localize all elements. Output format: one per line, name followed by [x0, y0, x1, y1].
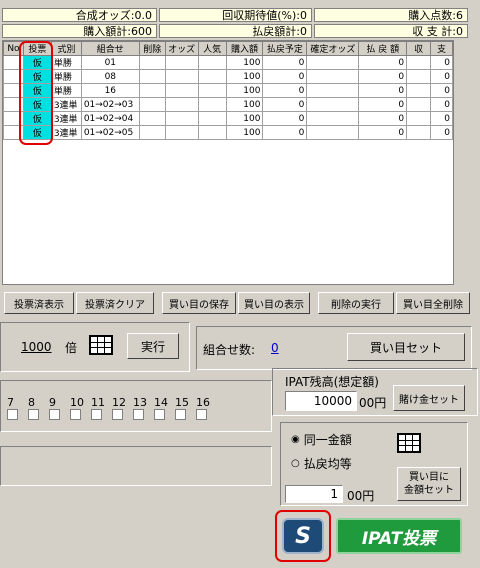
table-row[interactable]: 仮 単勝 01 100 0 0 0: [3, 55, 453, 70]
keypad-icon[interactable]: [397, 433, 421, 453]
horse-number-checkbox[interactable]: [112, 409, 123, 420]
table-row[interactable]: 仮 単勝 08 100 0 0 0: [3, 69, 453, 84]
col-shikibetsu[interactable]: 式別: [50, 41, 82, 56]
ipat-balance-input[interactable]: 10000: [285, 391, 357, 411]
option-same-amount[interactable]: ◉ 同一金額: [291, 431, 352, 448]
radio-unselected-icon: ○: [291, 458, 300, 469]
horse-number-item[interactable]: 14: [154, 397, 175, 420]
delete-cell[interactable]: [138, 97, 166, 112]
composite-odds: 合成オッズ:0.0: [2, 8, 157, 22]
horse-number-item[interactable]: 8: [28, 397, 49, 420]
col-shu[interactable]: 収: [406, 41, 432, 56]
table-header-row: No 投票 式別 組合せ 削除 オッズ 人気 購入額 払戻予定 確定オッズ 払 …: [3, 41, 453, 56]
delete-cell[interactable]: [138, 55, 166, 70]
total-purchase: 購入額計:600: [2, 24, 157, 38]
horse-number-checkbox[interactable]: [196, 409, 207, 420]
horse-number-item[interactable]: 15: [175, 397, 196, 420]
ipat-balance-panel: IPAT残高(想定額) 10000 00円 賭け金セット: [272, 368, 478, 416]
horse-number-item[interactable]: 16: [196, 397, 217, 420]
horse-number-label: 13: [133, 396, 147, 409]
horse-number-label: 15: [175, 396, 189, 409]
col-refund-plan[interactable]: 払戻予定: [262, 41, 308, 56]
col-payout[interactable]: 払 戻 額: [358, 41, 408, 56]
combo-count-label: 組合せ数:: [203, 343, 256, 357]
delete-cell[interactable]: [138, 111, 166, 126]
amount-unit: 00円: [347, 489, 375, 503]
horse-number-label: 9: [49, 396, 56, 409]
bet-set-button[interactable]: 賭け金セット: [393, 385, 465, 411]
horse-number-checkbox[interactable]: [70, 409, 81, 420]
blank-panel: [0, 446, 272, 486]
show-voted-button[interactable]: 投票済表示: [4, 292, 74, 314]
horse-number-checkbox[interactable]: [49, 409, 60, 420]
table-row[interactable]: 仮 3連単 01→02→03 100 0 0 0: [3, 97, 453, 112]
horse-number-label: 12: [112, 396, 126, 409]
save-bets-button[interactable]: 買い目の保存: [162, 292, 236, 314]
col-odds[interactable]: オッズ: [164, 41, 199, 56]
keypad-icon[interactable]: [89, 335, 113, 355]
horse-number-checkbox[interactable]: [28, 409, 39, 420]
delete-all-button[interactable]: 買い目全削除: [396, 292, 470, 314]
ipat-vote-button[interactable]: IPAT投票: [336, 518, 462, 554]
tohyo-highlight: [19, 41, 53, 145]
horse-number-checkbox[interactable]: [133, 409, 144, 420]
purchase-count: 購入点数:6: [314, 8, 468, 22]
col-buy[interactable]: 購入額: [225, 41, 264, 56]
horse-number-item[interactable]: 9: [49, 397, 70, 420]
col-shi[interactable]: 支: [430, 41, 453, 56]
radio-selected-icon: ◉: [291, 434, 300, 445]
horse-number-label: 14: [154, 396, 168, 409]
clear-voted-button[interactable]: 投票済クリア: [76, 292, 154, 314]
delete-cell[interactable]: [138, 69, 166, 84]
horse-number-item[interactable]: 10: [70, 397, 91, 420]
delete-cell[interactable]: [138, 83, 166, 98]
multiplier-value[interactable]: 1000: [21, 340, 52, 354]
horse-number-label: 16: [196, 396, 210, 409]
set-bets-button[interactable]: 買い目セット: [347, 333, 465, 361]
amount-mode-panel: ◉ 同一金額 ○ 払戻均等 1 00円 買い目に 金額セット: [280, 422, 468, 506]
multiplier-panel: 1000 倍 実行: [0, 322, 190, 372]
show-bets-button[interactable]: 買い目の表示: [238, 292, 310, 314]
horse-number-label: 10: [70, 396, 84, 409]
horse-number-item[interactable]: 11: [91, 397, 112, 420]
bet-table[interactable]: No 投票 式別 組合せ 削除 オッズ 人気 購入額 払戻予定 確定オッズ 払 …: [2, 40, 454, 285]
col-kumiawase[interactable]: 組合せ: [80, 41, 140, 56]
col-final-odds[interactable]: 確定オッズ: [306, 41, 360, 56]
option-equal-payout[interactable]: ○ 払戻均等: [291, 455, 352, 472]
col-ninki[interactable]: 人気: [197, 41, 227, 56]
horse-number-checkbox[interactable]: [154, 409, 165, 420]
multiplier-unit: 倍: [65, 341, 78, 355]
table-row[interactable]: 仮 3連単 01→02→04 100 0 0 0: [3, 111, 453, 126]
s-button[interactable]: S: [282, 518, 324, 554]
horse-number-list: 7 8 9 10 11 12 13 14 15 16: [7, 397, 217, 420]
execute-delete-button[interactable]: 削除の実行: [318, 292, 394, 314]
table-row[interactable]: 仮 3連単 01→02→05 100 0 0 0: [3, 125, 453, 140]
combo-panel: 組合せ数: 0 買い目セット: [196, 326, 472, 370]
col-delete[interactable]: 削除: [138, 41, 166, 56]
horse-number-checkbox[interactable]: [175, 409, 186, 420]
horse-number-item[interactable]: 7: [7, 397, 28, 420]
horse-number-panel: 7 8 9 10 11 12 13 14 15 16: [0, 380, 272, 432]
horse-number-item[interactable]: 13: [133, 397, 154, 420]
horse-number-label: 7: [7, 396, 14, 409]
combo-count-value[interactable]: 0: [271, 341, 279, 355]
set-amount-button[interactable]: 買い目に 金額セット: [397, 467, 461, 501]
total-refund: 払戻額計:0: [159, 24, 312, 38]
horse-number-item[interactable]: 12: [112, 397, 133, 420]
horse-number-label: 11: [91, 396, 105, 409]
ipat-balance-label: IPAT残高(想定額): [285, 375, 379, 389]
table-row[interactable]: 仮 単勝 16 100 0 0 0: [3, 83, 453, 98]
amount-input[interactable]: 1: [285, 485, 343, 503]
delete-cell[interactable]: [138, 125, 166, 140]
horse-number-checkbox[interactable]: [7, 409, 18, 420]
horse-number-label: 8: [28, 396, 35, 409]
ipat-balance-yen: 00円: [359, 396, 387, 410]
expected-recovery: 回収期待値(%):0: [159, 8, 312, 22]
horse-number-checkbox[interactable]: [91, 409, 102, 420]
execute-button[interactable]: 実行: [127, 333, 179, 359]
total-balance: 収 支 計:0: [314, 24, 468, 38]
